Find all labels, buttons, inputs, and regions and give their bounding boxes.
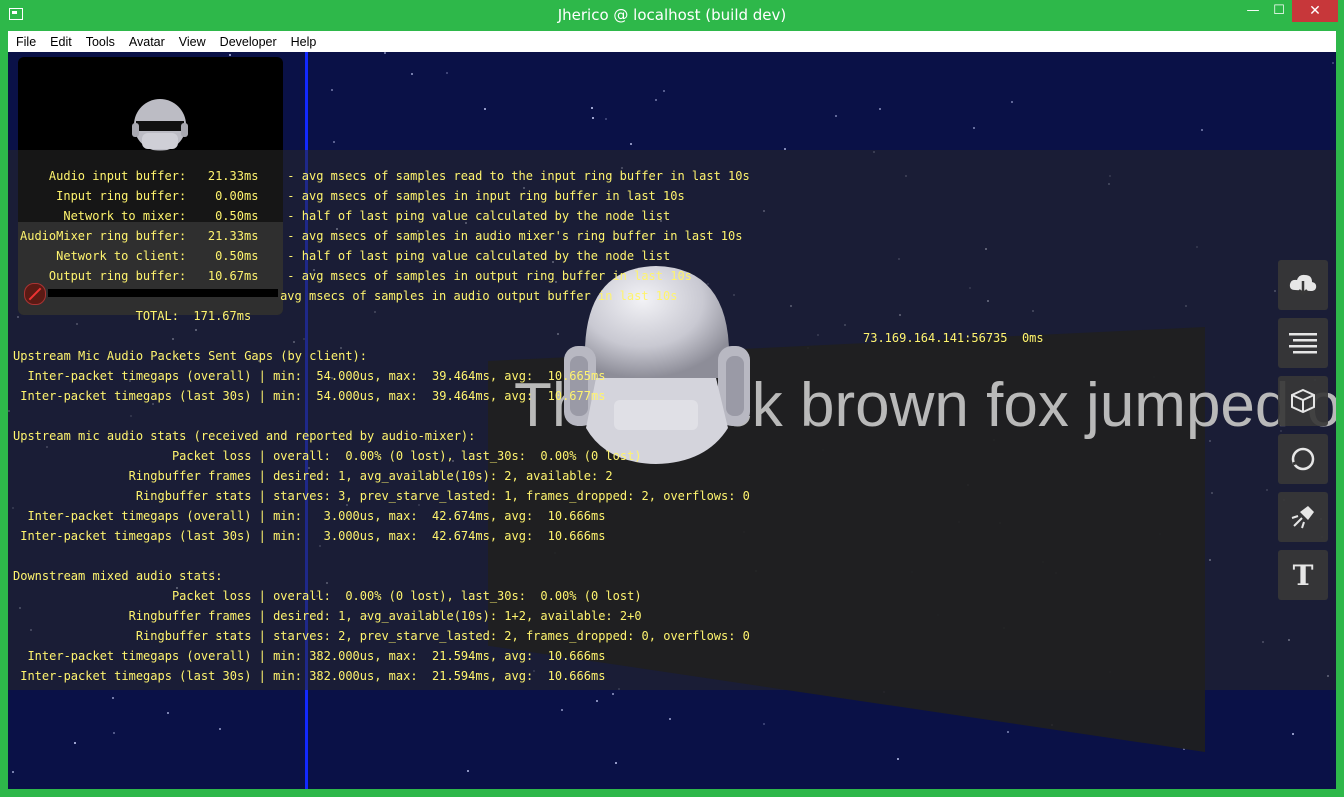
menu-view[interactable]: View (171, 32, 212, 49)
star (1011, 101, 1013, 103)
star (612, 693, 614, 695)
stat-line: Inter-packet timegaps (last 30s) | min: … (13, 389, 606, 403)
menu-developer[interactable]: Developer (212, 32, 283, 49)
star (12, 771, 14, 773)
star (167, 712, 169, 714)
stat-line: Network to mixer: 0.50ms - half of last … (20, 209, 671, 223)
maximize-button[interactable]: ☐ (1266, 0, 1292, 22)
marketplace-icon (1289, 274, 1317, 296)
star (763, 723, 765, 725)
star (1292, 733, 1294, 735)
star (897, 758, 899, 760)
menu-help[interactable]: Help (283, 32, 323, 49)
star (113, 732, 115, 734)
3d-viewport[interactable]: The quick brown fox jumped o 73.169.164.… (8, 52, 1336, 789)
star (219, 728, 221, 730)
star (467, 770, 469, 772)
directory-icon (1289, 333, 1317, 354)
stat-line: Audio input buffer: 21.33ms - avg msecs … (20, 169, 750, 183)
star (484, 108, 486, 110)
edit-toolbar: T (1278, 260, 1330, 608)
app-window: Jherico @ localhost (build dev) — ☐ ✕ Fi… (0, 0, 1344, 797)
star (333, 141, 335, 143)
star (605, 118, 607, 120)
stat-line: TOTAL: 171.67ms (20, 309, 252, 323)
star (973, 127, 975, 129)
star (669, 718, 671, 720)
stat-line: Network to client: 0.50ms - half of last… (20, 249, 671, 263)
cube-icon (1291, 388, 1315, 414)
star (615, 762, 617, 764)
menu-edit[interactable]: Edit (42, 32, 78, 49)
text-icon: T (1292, 558, 1314, 592)
directory-button[interactable] (1278, 318, 1328, 368)
star (630, 143, 632, 145)
close-button[interactable]: ✕ (1292, 0, 1338, 22)
sphere-icon (1291, 447, 1315, 471)
star (331, 89, 333, 91)
star (561, 709, 563, 711)
light-icon (1291, 506, 1314, 529)
star (835, 115, 837, 117)
star (592, 117, 594, 119)
menu-tools[interactable]: Tools (78, 32, 121, 49)
add-light-button[interactable] (1278, 492, 1328, 542)
star (384, 52, 386, 54)
stat-line: Output ring buffer: 10.67ms - avg msecs … (20, 269, 692, 283)
stat-line: Inter-packet timegaps (overall) | min: 5… (13, 369, 606, 383)
star (112, 697, 114, 699)
star (596, 700, 598, 702)
minimize-button[interactable]: — (1240, 0, 1266, 22)
star (655, 99, 657, 101)
star (446, 72, 448, 74)
star (1332, 62, 1334, 64)
upstream-gaps-title: Upstream Mic Audio Packets Sent Gaps (by… (13, 349, 368, 363)
star (1007, 731, 1009, 733)
star (411, 73, 413, 75)
mute-icon[interactable] (24, 283, 46, 305)
add-cube-button[interactable] (1278, 376, 1328, 426)
mirror-avatar-helmet-icon (132, 99, 188, 151)
marketplace-button[interactable] (1278, 260, 1328, 310)
obscured-stat-bar (48, 289, 278, 297)
stat-line: Ringbuffer stats | starves: 2, prev_star… (13, 629, 750, 643)
downstream-stats-title: Downstream mixed audio stats: (13, 569, 223, 583)
add-text-button[interactable]: T (1278, 550, 1328, 600)
star (591, 107, 593, 109)
menu-file[interactable]: File (8, 32, 42, 49)
stat-line: Input ring buffer: 0.00ms - avg msecs of… (20, 189, 685, 203)
stat-line: Ringbuffer frames | desired: 1, avg_avai… (13, 609, 642, 623)
stat-line: Packet loss | overall: 0.00% (0 lost), l… (13, 449, 642, 463)
stat-line: Inter-packet timegaps (overall) | min: 3… (13, 649, 606, 663)
stat-line: Inter-packet timegaps (last 30s) | min: … (13, 669, 606, 683)
node-address-label: 73.169.164.141:56735 0ms (863, 331, 1044, 345)
window-title: Jherico @ localhost (build dev) (557, 6, 787, 24)
stat-line: Ringbuffer stats | starves: 3, prev_star… (13, 489, 750, 503)
menu-avatar[interactable]: Avatar (121, 32, 171, 49)
star (74, 742, 76, 744)
title-bar[interactable]: Jherico @ localhost (build dev) — ☐ ✕ (0, 0, 1344, 31)
upstream-stats-title: Upstream mic audio stats (received and r… (13, 429, 476, 443)
star (1201, 129, 1203, 131)
add-sphere-button[interactable] (1278, 434, 1328, 484)
star (229, 54, 231, 56)
menu-bar: File Edit Tools Avatar View Developer Help (8, 31, 1336, 52)
stat-line: Inter-packet timegaps (overall) | min: 3… (13, 509, 606, 523)
stat-line: Inter-packet timegaps (last 30s) | min: … (13, 529, 606, 543)
stat-line: Ringbuffer frames | desired: 1, avg_avai… (13, 469, 613, 483)
stat-line: AudioMixer ring buffer: 21.33ms - avg ms… (20, 229, 743, 243)
star (663, 90, 665, 92)
stat-line: Packet loss | overall: 0.00% (0 lost), l… (13, 589, 642, 603)
star (879, 108, 881, 110)
